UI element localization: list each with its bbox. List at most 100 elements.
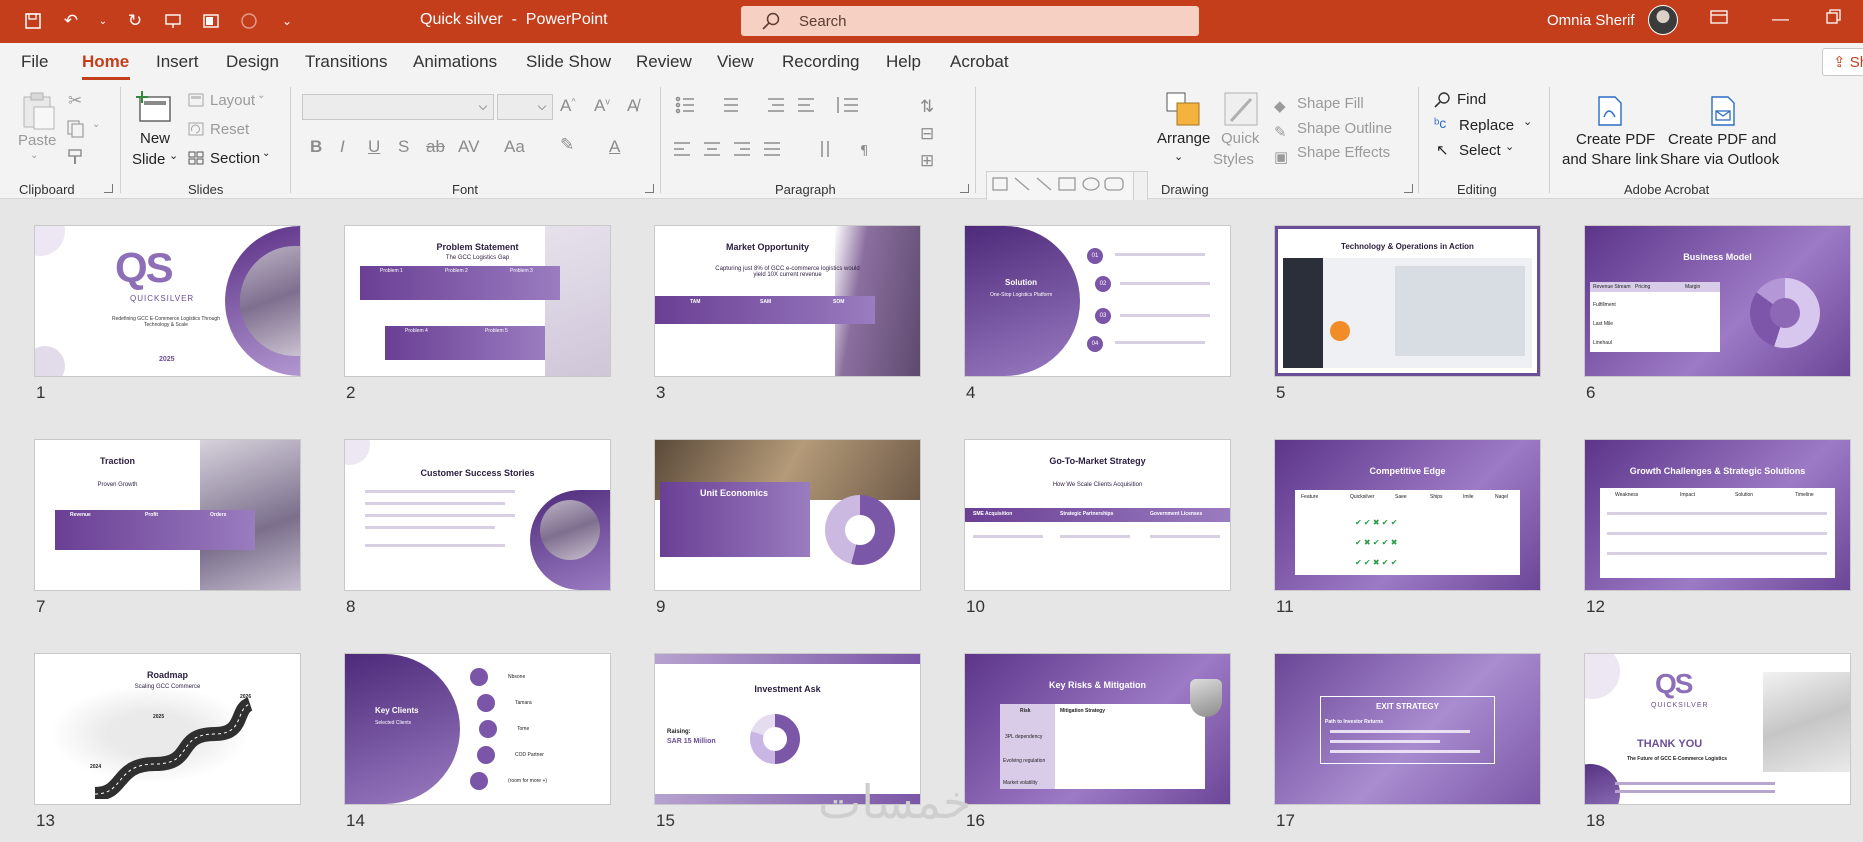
tab-home[interactable]: Home bbox=[82, 52, 129, 72]
slide-thumbnail[interactable]: Business Model Revenue Stream Pricing Ma… bbox=[1585, 226, 1850, 376]
font-size-select[interactable] bbox=[497, 94, 553, 120]
redo-icon[interactable]: ↻ bbox=[124, 10, 146, 32]
new-slide-button[interactable]: New bbox=[140, 130, 170, 147]
slide-thumbnail[interactable]: QS QUICKSILVER THANK YOU The Future of G… bbox=[1585, 654, 1850, 804]
tab-view[interactable]: View bbox=[717, 52, 754, 72]
new-slide-dropdown-icon[interactable]: ⌄ bbox=[169, 149, 178, 162]
slide-thumbnail[interactable]: Go-To-Market Strategy How We Scale Clien… bbox=[965, 440, 1230, 590]
shape-fill-button[interactable]: Shape Fill bbox=[1297, 95, 1364, 112]
tab-recording[interactable]: Recording bbox=[782, 52, 860, 72]
share-button[interactable]: ⇪ Sh bbox=[1822, 48, 1863, 76]
slide-thumbnail[interactable]: QS QUICKSILVER Redefining GCC E-Commerce… bbox=[35, 226, 300, 376]
copy-dropdown-icon[interactable]: ⌄ bbox=[92, 119, 100, 130]
underline-icon[interactable]: U bbox=[368, 137, 380, 157]
align-text-icon[interactable]: ⊟ bbox=[920, 124, 934, 144]
shape-fill-icon: ◆ bbox=[1274, 98, 1286, 115]
slide-thumbnail[interactable]: EXIT STRATEGY Path to Investor Returns bbox=[1275, 654, 1540, 804]
bold-icon[interactable]: B bbox=[310, 137, 322, 157]
slide-thumbnail[interactable]: Key Clients Selected Clients Nbsone Tama… bbox=[345, 654, 610, 804]
slide-thumbnail[interactable]: Traction Proven Growth Revenue Profit Or… bbox=[35, 440, 300, 590]
shape-effects-button[interactable]: Shape Effects bbox=[1297, 144, 1390, 161]
create-pdf-link-button[interactable]: Create PDF bbox=[1576, 131, 1655, 148]
ribbon-display-icon[interactable] bbox=[1710, 9, 1728, 30]
select-button[interactable]: Select bbox=[1459, 142, 1501, 159]
create-pdf-outlook-button[interactable]: Create PDF and bbox=[1668, 131, 1776, 148]
touch-mode-icon[interactable] bbox=[238, 10, 260, 32]
undo-dropdown-icon[interactable]: ⌄ bbox=[98, 10, 108, 32]
shape-outline-button[interactable]: Shape Outline bbox=[1297, 120, 1392, 137]
layout-dropdown-icon[interactable]: ⌄ bbox=[257, 90, 265, 101]
section-icon bbox=[188, 151, 204, 165]
find-button[interactable]: Find bbox=[1457, 91, 1486, 108]
paste-dropdown-icon[interactable]: ⌄ bbox=[30, 150, 38, 161]
avatar[interactable] bbox=[1648, 5, 1678, 35]
slide-thumbnail[interactable]: Competitive Edge Feature Quicksilver Sae… bbox=[1275, 440, 1540, 590]
slide-thumbnail[interactable]: Problem Statement The GCC Logistics Gap … bbox=[345, 226, 610, 376]
highlight-icon[interactable]: ✎ bbox=[560, 135, 574, 155]
customize-qat-icon[interactable]: ⌄ bbox=[276, 10, 298, 32]
slide-thumbnail[interactable]: Key Risks & Mitigation Risk Mitigation S… bbox=[965, 654, 1230, 804]
tab-file[interactable]: File bbox=[21, 52, 48, 72]
increase-font-size-icon[interactable]: A^ bbox=[560, 96, 576, 116]
paragraph-launcher-icon[interactable] bbox=[960, 184, 969, 193]
quick-styles-button[interactable]: Quick bbox=[1221, 130, 1259, 147]
tab-review[interactable]: Review bbox=[636, 52, 692, 72]
slide-thumbnail[interactable]: Growth Challenges & Strategic Solutions … bbox=[1585, 440, 1850, 590]
slide-thumbnail[interactable]: Solution One-Stop Logistics Platform 01 … bbox=[965, 226, 1230, 376]
slide-thumbnail[interactable]: Technology & Operations in Action bbox=[1275, 226, 1540, 376]
select-icon: ↖ bbox=[1436, 142, 1449, 159]
minimize-icon[interactable]: — bbox=[1772, 9, 1789, 29]
section-button[interactable]: Section bbox=[210, 150, 260, 167]
format-painter-icon[interactable] bbox=[66, 147, 86, 167]
paragraph-controls-icon[interactable]: ¶ bbox=[672, 95, 952, 175]
character-spacing-icon[interactable]: AV bbox=[458, 137, 479, 157]
tab-design[interactable]: Design bbox=[226, 52, 279, 72]
arrange-button[interactable]: Arrange bbox=[1157, 130, 1210, 147]
clear-formatting-icon[interactable]: A̸ bbox=[627, 96, 638, 116]
layout-button[interactable]: Layout bbox=[210, 92, 255, 109]
restore-icon[interactable] bbox=[1826, 9, 1842, 30]
tab-help[interactable]: Help bbox=[886, 52, 921, 72]
font-color-icon[interactable]: A bbox=[609, 137, 620, 157]
smartart-icon[interactable]: ⊞ bbox=[920, 151, 934, 171]
tab-animations[interactable]: Animations bbox=[413, 52, 497, 72]
tab-acrobat[interactable]: Acrobat bbox=[950, 52, 1009, 72]
slide-number: 4 bbox=[966, 383, 976, 402]
slide-thumbnail[interactable]: Customer Success Stories bbox=[345, 440, 610, 590]
replace-button[interactable]: Replace bbox=[1459, 117, 1514, 134]
user-name[interactable]: Omnia Sherif bbox=[1547, 12, 1635, 29]
save-icon[interactable] bbox=[22, 10, 44, 32]
section-dropdown-icon[interactable]: ⌄ bbox=[262, 148, 270, 159]
slide-thumbnail[interactable]: Roadmap Scaling GCC Commerce 2024 2025 2… bbox=[35, 654, 300, 804]
reset-button[interactable]: Reset bbox=[210, 121, 249, 138]
clipboard-launcher-icon[interactable] bbox=[104, 184, 113, 193]
copy-icon[interactable] bbox=[66, 119, 88, 139]
cut-icon[interactable]: ✂ bbox=[68, 91, 82, 111]
replace-dropdown-icon[interactable]: ⌄ bbox=[1523, 115, 1532, 128]
select-dropdown-icon[interactable]: ⌄ bbox=[1505, 140, 1514, 153]
strikethrough-icon[interactable]: ab bbox=[426, 137, 445, 157]
arrange-dropdown-icon[interactable]: ⌄ bbox=[1174, 150, 1183, 163]
change-case-icon[interactable]: Aa bbox=[504, 137, 525, 157]
drawing-launcher-icon[interactable] bbox=[1404, 184, 1413, 193]
new-slide-label-2: Slide bbox=[132, 151, 166, 168]
italic-icon[interactable]: I bbox=[340, 137, 345, 157]
tab-insert[interactable]: Insert bbox=[156, 52, 199, 72]
slide-thumbnail[interactable]: Unit Economics bbox=[655, 440, 920, 590]
new-slide-icon[interactable] bbox=[136, 89, 174, 127]
font-launcher-icon[interactable] bbox=[645, 184, 654, 193]
paste-button[interactable]: Paste bbox=[18, 132, 56, 149]
tab-transitions[interactable]: Transitions bbox=[305, 52, 388, 72]
shadow-icon[interactable]: S bbox=[398, 137, 409, 157]
text-direction-icon[interactable]: ⇅ bbox=[920, 97, 934, 117]
undo-icon[interactable]: ↶ bbox=[60, 10, 82, 32]
slideshow-icon[interactable] bbox=[200, 10, 222, 32]
present-from-start-icon[interactable] bbox=[162, 10, 184, 32]
paste-icon[interactable] bbox=[18, 91, 58, 131]
slide-thumbnail[interactable]: Market Opportunity Capturing just 8% of … bbox=[655, 226, 920, 376]
font-family-select[interactable] bbox=[302, 94, 494, 120]
search-box[interactable]: Search bbox=[741, 6, 1199, 36]
decrease-font-size-icon[interactable]: Av bbox=[594, 96, 610, 116]
slide-number: 2 bbox=[346, 383, 356, 402]
tab-slide-show[interactable]: Slide Show bbox=[526, 52, 611, 72]
